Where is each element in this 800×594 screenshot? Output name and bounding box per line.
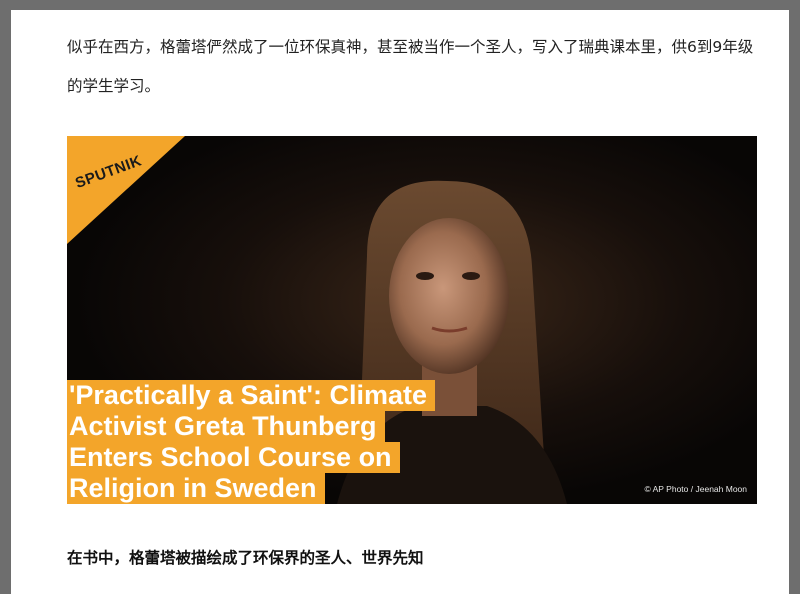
headline-line: Religion in Sweden bbox=[67, 473, 325, 504]
headline-line: Activist Greta Thunberg bbox=[67, 411, 385, 442]
article-page: 似乎在西方，格蕾塔俨然成了一位环保真神，甚至被当作一个圣人，写入了瑞典课本里，供… bbox=[11, 10, 789, 594]
photo-credit: © AP Photo / Jeenah Moon bbox=[644, 484, 747, 494]
article-paragraph: 似乎在西方，格蕾塔俨然成了一位环保真神，甚至被当作一个圣人，写入了瑞典课本里，供… bbox=[67, 38, 754, 95]
article-image: SPUTNIK 'Practically a Saint': Climate A… bbox=[67, 136, 757, 504]
image-headline: 'Practically a Saint': Climate Activist … bbox=[67, 380, 435, 504]
sputnik-logo: SPUTNIK bbox=[67, 136, 187, 246]
article-subheading: 在书中，格蕾塔被描绘成了环保界的圣人、世界先知 bbox=[67, 549, 424, 567]
headline-line: Enters School Course on bbox=[67, 442, 400, 473]
headline-line: 'Practically a Saint': Climate bbox=[67, 380, 435, 411]
